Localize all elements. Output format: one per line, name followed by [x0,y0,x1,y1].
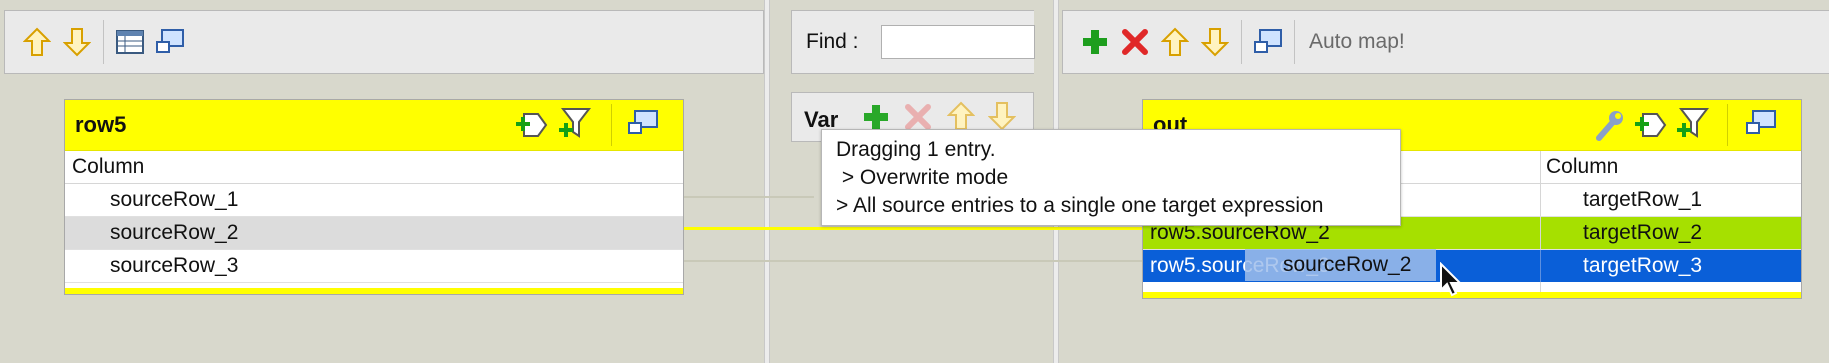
header-separator [1727,104,1728,146]
find-bar: Find : [791,10,1035,74]
input-table: row5 Column sourceRow_1 sourceRow_2 sour… [64,99,684,295]
up-arrow-icon[interactable] [17,22,57,62]
tooltip-line: Dragging 1 entry. [836,138,996,161]
tooltip-line: > All source entries to a single one tar… [836,194,1324,217]
up-arrow-icon[interactable] [1155,22,1195,62]
column-divider [1540,217,1541,249]
down-arrow-icon[interactable] [1195,22,1235,62]
down-arrow-icon[interactable] [57,22,97,62]
add-icon[interactable] [1075,22,1115,62]
table-row-selected[interactable]: row5.sourceRow_3 targetRow_3 [1143,250,1801,282]
table-row-selected[interactable]: sourceRow_2 [65,217,683,250]
minimize-icon[interactable] [627,109,659,142]
add-column-icon[interactable] [1633,108,1667,147]
table-icon[interactable] [110,22,150,62]
column-divider [1540,250,1541,282]
add-column-icon[interactable] [514,108,548,147]
minimize-icon[interactable] [150,22,190,62]
table-footer [65,288,683,294]
toolbar-separator [103,20,104,64]
auto-map-button[interactable]: Auto map! [1309,30,1405,54]
find-input[interactable] [881,25,1035,59]
find-label: Find : [806,30,859,53]
column-divider [1540,151,1541,183]
minimize-icon[interactable] [1745,109,1777,142]
toolbar-separator [1294,20,1295,64]
drag-ghost-label: sourceRow_2 [1283,253,1412,276]
mapping-link-highlighted [684,227,1144,230]
input-column-header: Column [65,151,683,184]
drag-ghost: sourceRow_2 [1245,249,1436,281]
column-header: Column [1546,155,1619,178]
cursor-icon [1439,261,1463,303]
mapping-link [684,260,1144,262]
toolbar-separator [1241,20,1242,64]
tooltip-line: > Overwrite mode [836,166,1009,189]
input-table-header: row5 [65,100,683,151]
header-separator [611,104,612,146]
add-filter-icon[interactable] [1677,106,1711,147]
table-footer [1143,292,1801,298]
column-cell[interactable]: targetRow_3 [1583,250,1702,282]
add-filter-icon[interactable] [559,106,593,147]
output-toolbar: Auto map! [1062,10,1829,74]
minimize-icon[interactable] [1248,22,1288,62]
table-row[interactable]: sourceRow_3 [65,250,683,283]
table-row[interactable]: sourceRow_1 [65,184,683,217]
input-toolbar [4,10,764,74]
wrench-icon[interactable] [1593,108,1625,147]
column-cell[interactable]: targetRow_1 [1583,184,1702,216]
drag-tooltip: Dragging 1 entry. > Overwrite mode > All… [821,129,1401,226]
column-cell[interactable]: targetRow_2 [1583,217,1702,249]
mapping-link [684,196,814,198]
panel-divider[interactable] [764,0,770,363]
delete-icon[interactable] [1115,22,1155,62]
column-divider [1540,184,1541,216]
input-table-title: row5 [75,112,127,137]
